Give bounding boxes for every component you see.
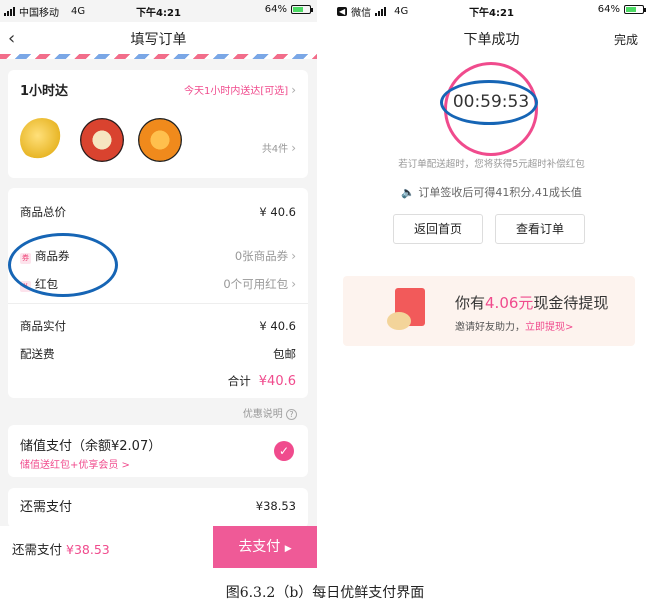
battery-icon <box>291 5 313 14</box>
chevron-right-icon: › <box>291 140 296 155</box>
delivery-option[interactable]: 今天1小时内送达[可选] › <box>184 82 296 97</box>
points-note: 🔈 订单签收后可得41积分,41成长值 <box>401 186 582 199</box>
coins-icon <box>387 312 411 330</box>
page-title: 下单成功 <box>463 32 520 48</box>
countdown-timer: 00:59:53 <box>452 92 530 112</box>
chevron-right-icon: › <box>291 83 296 97</box>
nav-bar: 下单成功 完成 <box>333 22 650 54</box>
page-title: 填写订单 <box>130 32 187 48</box>
orange-image <box>138 118 182 162</box>
need-value: ¥38.53 <box>255 498 296 513</box>
withdraw-link[interactable]: 立即提现> <box>525 322 573 333</box>
bottom-need-label: 还需支付 <box>12 542 63 557</box>
question-icon: ? <box>286 409 297 420</box>
pay-button[interactable]: 去支付 ▶ <box>213 526 317 568</box>
view-order-button[interactable]: 查看订单 <box>495 214 585 244</box>
battery-percent: 64% <box>597 4 620 15</box>
status-bar: 中国移动 4G 下午4:21 64% <box>0 0 317 22</box>
nav-bar: ‹ 填写订单 <box>0 22 317 54</box>
order-screen: 中国移动 4G 下午4:21 64% ‹ 填写订单 1小时达 今天1小时内送达[… <box>0 0 317 568</box>
cash-suffix: 现金待提现 <box>533 294 609 312</box>
airmail-stripe <box>0 54 317 59</box>
bottom-bar: 还需支付 ¥38.53 去支付 ▶ <box>0 526 317 568</box>
discount-note[interactable]: 优惠说明 ? <box>243 405 297 420</box>
sum-value: ¥40.6 <box>258 373 296 389</box>
banana-image <box>20 118 64 162</box>
home-button[interactable]: 返回首页 <box>393 214 483 244</box>
status-bar: ◀ 微信 4G 下午4:21 64% <box>333 0 650 22</box>
actual-value: ¥ 40.6 <box>259 319 296 333</box>
total-value: ¥ 40.6 <box>259 205 296 219</box>
stored-pay-card[interactable]: 储值支付（余额¥2.07） 储值送红包+优享会员 > ✓ <box>8 425 308 477</box>
cash-prefix: 你有 <box>455 294 486 312</box>
need-pay-card: 还需支付 ¥38.53 <box>8 488 308 528</box>
bottom-need-value: ¥38.53 <box>66 542 110 557</box>
battery-percent: 64% <box>264 4 287 15</box>
actual-label: 商品实付 <box>20 319 66 333</box>
sum-label: 合计 <box>227 374 251 388</box>
shipping-value: 包邮 <box>273 347 296 361</box>
success-screen: ◀ 微信 4G 下午4:21 64% 下单成功 完成 00:59:53 若订单配… <box>333 0 650 568</box>
annotation-ellipse <box>8 233 118 297</box>
total-label: 商品总价 <box>20 205 66 219</box>
cash-banner[interactable]: 你有4.06元现金待提现 邀请好友助力，立即提现> <box>343 276 635 346</box>
delivery-card: 1小时达 今天1小时内送达[可选] › 共4件 › <box>8 70 308 178</box>
stored-sub[interactable]: 储值送红包+优享会员 > <box>20 456 130 471</box>
check-icon[interactable]: ✓ <box>274 441 294 461</box>
stored-title: 储值支付（余额¥2.07） <box>20 439 162 454</box>
speaker-icon: 🔈 <box>401 186 415 199</box>
invite-text: 邀请好友助力， <box>455 322 525 333</box>
late-note: 若订单配送超时，您将获得5元超时补偿红包 <box>398 159 585 170</box>
need-label: 还需支付 <box>20 500 73 515</box>
delivery-label: 1小时达 <box>20 84 69 99</box>
battery-icon <box>624 5 646 14</box>
cash-amount: 4.06元 <box>485 294 534 312</box>
shipping-label: 配送费 <box>20 347 55 361</box>
chevron-right-icon: › <box>291 249 296 263</box>
figure-caption: 图6.3.2（b）每日优鲜支付界面 <box>225 585 425 601</box>
chevron-right-icon: › <box>291 277 296 291</box>
play-icon: ▶ <box>284 544 292 554</box>
done-button[interactable]: 完成 <box>614 31 638 48</box>
apple-image <box>80 118 124 162</box>
item-count[interactable]: 共4件 › <box>262 140 296 156</box>
